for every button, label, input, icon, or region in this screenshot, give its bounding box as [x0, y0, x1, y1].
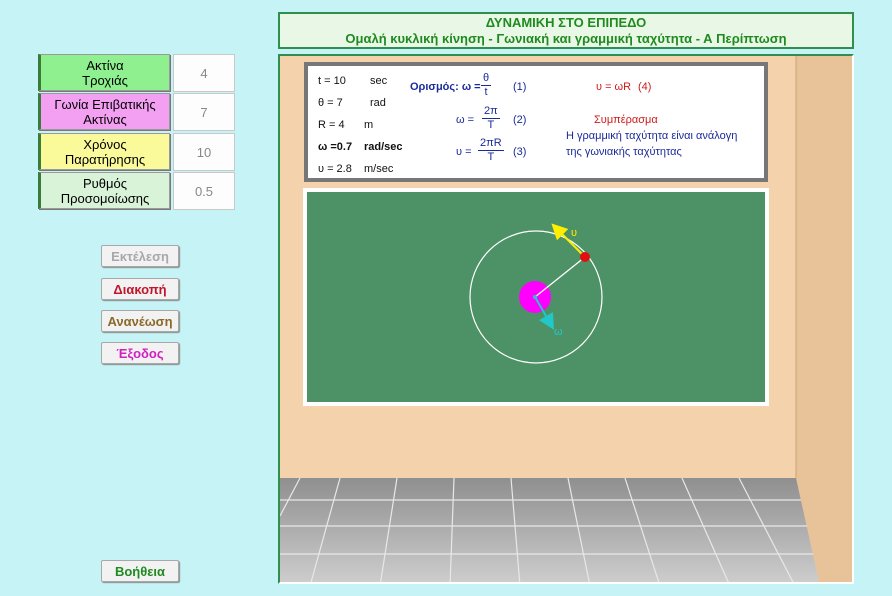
var-angle-unit: rad: [370, 97, 386, 109]
title-banner: ΔΥΝΑΜΙΚΗ ΣΤΟ ΕΠΙΠΕΔΟ Ομαλή κυκλική κίνησ…: [278, 12, 854, 49]
var-velocity: υ = 2.8: [318, 163, 352, 175]
var-time: t = 10: [318, 75, 346, 87]
param-label-rate: Ρυθμός Προσομοίωσης: [38, 172, 170, 209]
eq1-numerator: θ: [481, 72, 492, 86]
moving-particle: [580, 252, 590, 262]
velocity-label: υ: [571, 227, 577, 239]
param-label-text: Ρυθμός: [83, 175, 127, 191]
param-label-angle: Γωνία Επιβατικής Ακτίνας: [38, 93, 170, 130]
param-label-text: Τροχιάς: [82, 72, 128, 88]
eq1-denominator: t: [484, 86, 488, 98]
var-angle: θ = 7: [318, 97, 343, 109]
center-point: [533, 295, 537, 299]
rate-input[interactable]: 0.5: [173, 172, 235, 210]
definition-label: Ορισμός: ω =: [410, 81, 481, 93]
param-label-radius: Ακτίνα Τροχιάς: [38, 54, 170, 91]
var-radius-unit: m: [364, 119, 374, 131]
eq2-denominator: T: [487, 119, 495, 131]
reset-button[interactable]: Ανανέωση: [101, 310, 179, 332]
param-label-text: Παρατήρησης: [64, 151, 146, 167]
time-input[interactable]: 10: [173, 133, 235, 171]
eq2-tag: (2): [513, 114, 527, 126]
eq4-tag: (4): [638, 81, 652, 93]
eq1-tag: (1): [513, 81, 527, 93]
conclusion-line-2: της γωνιακής ταχύτητας: [566, 146, 682, 158]
param-label-text: Ακτίνας: [83, 111, 127, 127]
run-button[interactable]: Εκτέλεση: [101, 245, 179, 267]
eq3-denominator: T: [487, 151, 495, 163]
eq3-tag: (3): [513, 146, 527, 158]
title-line-1: ΔΥΝΑΜΙΚΗ ΣΤΟ ΕΠΙΠΕΔΟ: [485, 15, 647, 30]
var-omega-unit: rad/sec: [364, 141, 403, 153]
eq2-lhs: ω =: [456, 114, 475, 126]
eq3-lhs: υ =: [456, 146, 472, 158]
var-omega: ω =0.7: [318, 141, 353, 153]
var-time-unit: sec: [370, 75, 388, 87]
param-label-text: Γωνία Επιβατικής: [54, 96, 156, 112]
side-wall: [796, 56, 852, 582]
param-label-text: Προσομοίωσης: [60, 190, 150, 206]
title-line-2: Ομαλή κυκλική κίνηση - Γωνιακή και γραμμ…: [345, 31, 787, 46]
conclusion-line-1: Η γραμμική ταχύτητα είναι ανάλογη: [566, 130, 738, 142]
radius-input[interactable]: 4: [173, 54, 235, 92]
exit-button[interactable]: Έξοδος: [101, 342, 179, 364]
var-radius: R = 4: [318, 119, 345, 131]
floor: [280, 478, 820, 582]
eq1-fraction: θ t: [481, 72, 492, 99]
eq2-numerator: 2π: [482, 105, 500, 119]
simulation-canvas: υ ω: [307, 192, 765, 402]
stop-button[interactable]: Διακοπή: [101, 278, 179, 300]
var-velocity-unit: m/sec: [364, 163, 394, 175]
param-label-text: Ακτίνα: [86, 57, 124, 73]
eq3-fraction: 2πR T: [478, 137, 504, 164]
param-label-time: Χρόνος Παρατήρησης: [38, 133, 170, 170]
eq4: υ = ωR: [596, 81, 632, 93]
formula-board: t = 10 sec θ = 7 rad R = 4 m ω =0.7 rad/…: [304, 62, 768, 182]
help-button[interactable]: Βοήθεια: [101, 560, 179, 582]
conclusion-title: Συμπέρασμα: [594, 114, 658, 126]
param-label-text: Χρόνος: [83, 136, 127, 152]
omega-label: ω: [554, 326, 563, 338]
simulation-board: υ ω: [303, 188, 769, 406]
eq3-numerator: 2πR: [478, 137, 504, 151]
angle-input[interactable]: 7: [173, 93, 235, 131]
eq2-fraction: 2π T: [482, 105, 500, 132]
